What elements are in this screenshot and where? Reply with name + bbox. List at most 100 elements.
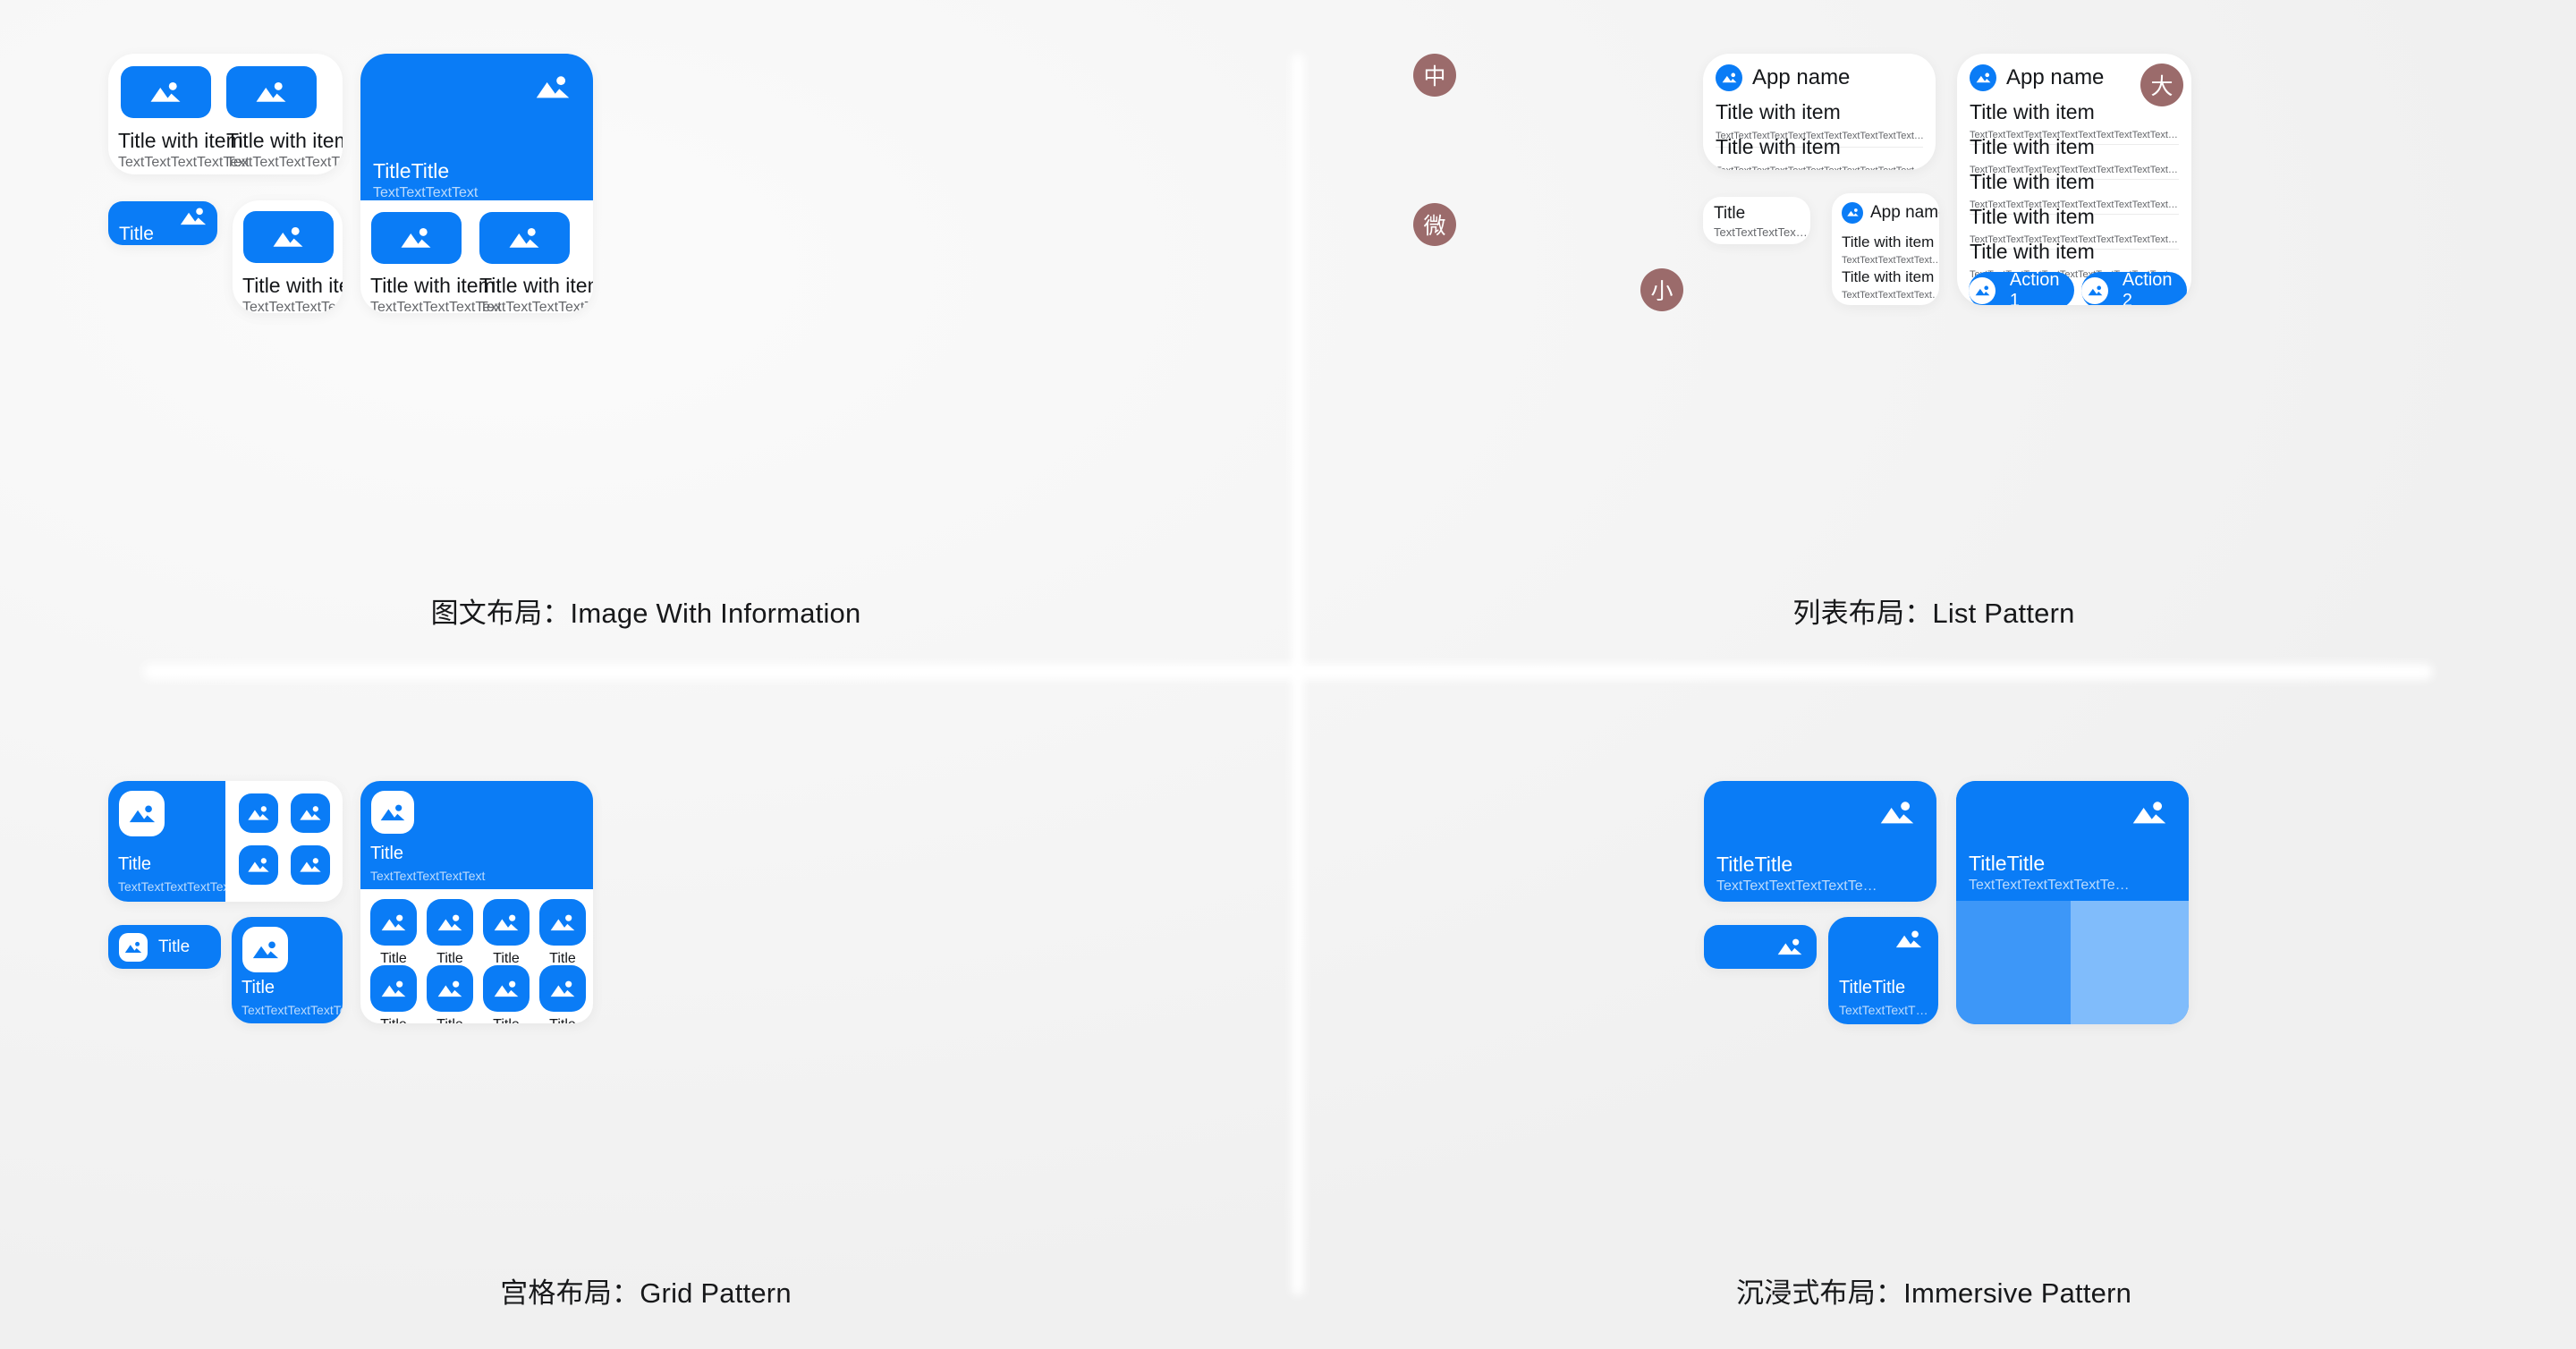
grid-tile-item[interactable]: Title	[427, 965, 473, 1023]
grid-tile-item[interactable]: Title	[483, 899, 530, 967]
image-thumb	[121, 66, 211, 118]
list-item[interactable]: Title with item TextTextTextTextTextText…	[1716, 135, 1924, 170]
pill-card-grid[interactable]: Title	[108, 925, 221, 969]
card-immersive-pill[interactable]	[1704, 925, 1817, 969]
grid-banner: Title TextTextTextTextText	[360, 781, 593, 889]
app-name: App name	[1870, 203, 1939, 222]
card-title: Title with item	[479, 274, 593, 297]
tile-label: Title	[370, 1017, 417, 1023]
image-thumb	[243, 211, 334, 263]
design-canvas: Title with item TextTextTextTextText Tit…	[0, 0, 2576, 1349]
card-title: Title with item	[242, 274, 343, 297]
grid-tile-item[interactable]: Title	[539, 965, 586, 1023]
badge-medium: 中	[1413, 54, 1456, 97]
badge-micro: 微	[1413, 203, 1456, 246]
tile-label: Title	[539, 1017, 586, 1023]
card-grid-big[interactable]: Title TextTextTextTextText Title Title T…	[360, 781, 593, 1023]
card-single[interactable]: Title with item TextTextTextTextText	[233, 200, 343, 313]
badge-small: 小	[1640, 268, 1683, 311]
action-1-button[interactable]: Action 1	[1969, 269, 2074, 306]
action-label: Action 1	[2009, 269, 2060, 306]
card-text: TextTextTextTextTextTe…	[1716, 878, 1877, 894]
badge-large: 大	[2140, 64, 2183, 106]
app-name: App name	[1752, 65, 1851, 89]
card-title: Title with item	[118, 129, 243, 152]
app-image-icon	[1842, 202, 1863, 224]
image-tile	[119, 791, 165, 836]
card-immersive-small[interactable]: TitleTitle TextTextTextT…	[1828, 917, 1938, 1024]
section-caption: 宫格布局：Grid Pattern	[500, 1277, 792, 1309]
grid-tile	[539, 965, 586, 1012]
grid-title: Title	[370, 844, 404, 863]
item-text: TextTextTextTextText…	[1842, 290, 1939, 301]
tile-label: Title	[427, 1017, 473, 1023]
grid-tile[interactable]	[291, 793, 330, 833]
grid-tile-item[interactable]: Title	[370, 965, 417, 1023]
grid-tile-item[interactable]: Title	[427, 899, 473, 967]
grid-tile	[427, 899, 473, 946]
pill-card-title[interactable]: Title	[108, 201, 217, 245]
grid-tile[interactable]	[239, 793, 278, 833]
grid-tile-item[interactable]: Title	[483, 965, 530, 1023]
grid-tile-item[interactable]: Title	[370, 899, 417, 967]
grid-tile[interactable]	[239, 845, 278, 885]
card-grid-small[interactable]: Title TextTextTextTextText	[232, 917, 343, 1023]
split-text: TextTextTextTextText	[118, 879, 233, 894]
card-immersive-wide[interactable]: TitleTitle TextTextTextTextTextTe…	[1704, 781, 1936, 902]
section-grid-pattern: Title TextTextTextTextText Title Title T…	[0, 680, 1292, 1349]
card-title: TitleTitle	[1969, 852, 2046, 875]
image-tile	[119, 933, 148, 962]
hero-banner: TitleTitle TextTextTextText	[360, 54, 593, 200]
immersive-panel-right[interactable]	[2071, 901, 2189, 1024]
action-label: Action 2	[2122, 269, 2173, 306]
card-subtitle: TextTextTextTextText	[242, 300, 343, 313]
card-list-large[interactable]: App name Title with item TextTextTextTex…	[1957, 54, 2191, 305]
app-header: App name	[1716, 64, 1850, 91]
card-text: TextTextTextT…	[1839, 1003, 1928, 1017]
item-title: Title with item	[1970, 100, 2095, 123]
image-tile	[242, 927, 288, 972]
card-list-medium[interactable]: App name Title with item TextTextTextTex…	[1703, 54, 1936, 170]
section-caption: 沉浸式布局：Immersive Pattern	[1735, 1277, 2132, 1309]
card-hero[interactable]: TitleTitle TextTextTextText Title with i…	[360, 54, 593, 313]
card-two-up[interactable]: Title with item TextTextTextTextText Tit…	[108, 54, 343, 174]
card-title: TitleTitle	[1716, 853, 1793, 876]
item-title: Title with item	[1970, 205, 2095, 228]
grid-tile	[483, 965, 530, 1012]
item-text: TextTextTextTextText…	[1842, 255, 1939, 266]
list-item[interactable]: Title with item TextTextTextTextText…	[1842, 233, 1939, 266]
item-title: Title with item	[1716, 100, 1841, 123]
split-blue-panel: Title TextTextTextTextText	[108, 781, 233, 902]
action-2-button[interactable]: Action 2	[2081, 269, 2187, 306]
action-image-icon	[1969, 276, 1996, 304]
split-title: Title	[118, 854, 152, 874]
card-title: Title	[242, 978, 275, 997]
immersive-panel-left[interactable]	[1956, 901, 2071, 1024]
item-title: Title with item	[1716, 135, 1841, 158]
hero-title: TitleTitle	[373, 159, 450, 182]
item-title: Title with item	[1970, 170, 2095, 193]
grid-tile	[483, 899, 530, 946]
immersive-banner: TitleTitle TextTextTextTextTextTe…	[1956, 781, 2189, 901]
card-list-micro[interactable]: Title TextTextTextTex…	[1703, 197, 1810, 244]
section-caption: 图文布局：Image With Information	[430, 598, 861, 629]
micro-title: Title	[1714, 204, 1746, 223]
pill-title: Title	[119, 224, 154, 244]
section-list-pattern: 中 App name Title with item TextTextTextT…	[1292, 0, 2576, 673]
card-immersive-large[interactable]: TitleTitle TextTextTextTextTextTe…	[1956, 781, 2189, 1024]
list-item[interactable]: Title with item TextTextTextTextText…	[1842, 268, 1939, 301]
card-list-small[interactable]: App name Title with item TextTextTextTex…	[1832, 193, 1939, 305]
grid-tile	[539, 899, 586, 946]
card-text: TextTextTextTextTextTe…	[1969, 878, 2130, 893]
app-image-icon	[1970, 64, 1996, 91]
grid-tile-item[interactable]: Title	[539, 899, 586, 967]
micro-text: TextTextTextTex…	[1714, 225, 1808, 239]
grid-text: TextTextTextTextText	[370, 869, 486, 883]
card-subtitle: TextTextTextTextText	[226, 155, 343, 170]
grid-tile[interactable]	[291, 845, 330, 885]
grid-tile	[370, 965, 417, 1012]
action-image-icon	[2081, 276, 2108, 304]
card-grid-split[interactable]: Title TextTextTextTextText	[108, 781, 343, 902]
item-title: Title with item	[1842, 268, 1935, 285]
app-image-icon	[1716, 64, 1742, 91]
